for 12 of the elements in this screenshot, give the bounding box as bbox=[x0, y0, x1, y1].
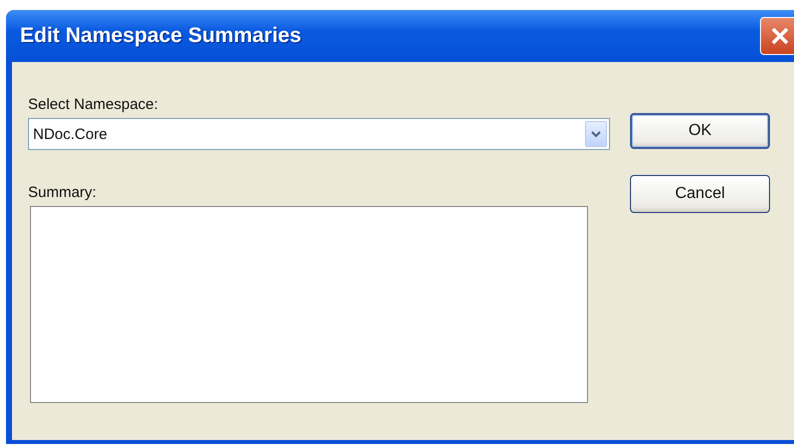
window-title: Edit Namespace Summaries bbox=[20, 24, 302, 48]
ok-button[interactable]: OK bbox=[630, 113, 770, 149]
field-label: Summary: bbox=[28, 184, 98, 201]
close-button[interactable] bbox=[760, 17, 794, 55]
chevron-down-icon bbox=[591, 130, 601, 138]
summary-field[interactable] bbox=[30, 206, 588, 403]
field-label: Select Namespace: bbox=[28, 96, 160, 113]
namespace-dropdown[interactable]: NDoc.Core bbox=[28, 118, 610, 150]
dropdown-value: NDoc.Core bbox=[33, 126, 108, 142]
dropdown-button[interactable] bbox=[585, 121, 607, 147]
cancel-button[interactable]: Cancel bbox=[630, 175, 770, 213]
close-icon bbox=[769, 25, 791, 47]
